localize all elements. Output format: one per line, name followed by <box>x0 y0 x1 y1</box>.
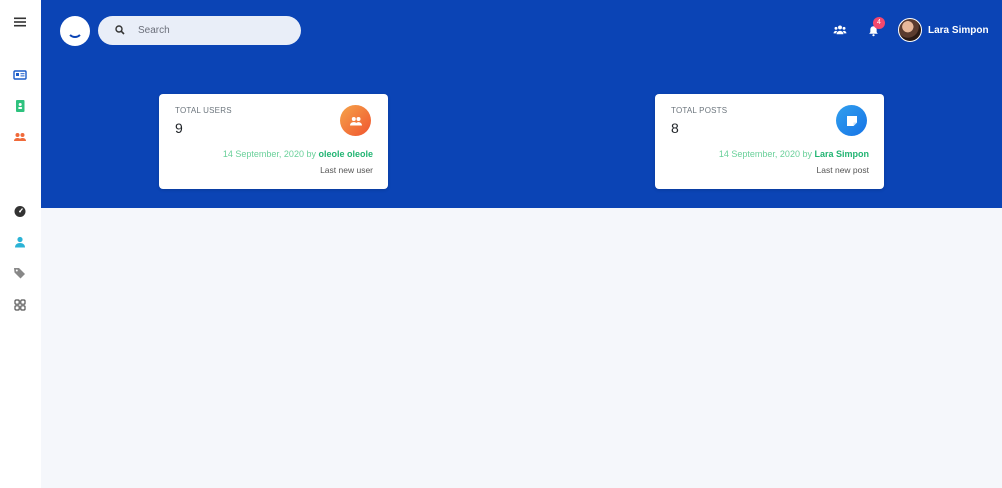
card-subtitle: Last new post <box>816 165 869 175</box>
search-input[interactable] <box>138 25 288 36</box>
card-meta-date: 14 September, 2020 by <box>718 149 812 159</box>
sidebar <box>0 0 41 488</box>
header-banner: 4 Lara Simpon TOTAL USERS 9 14 September… <box>41 0 1002 208</box>
card-value: 9 <box>175 120 183 136</box>
total-users-card: TOTAL USERS 9 14 September, 2020 by oleo… <box>159 94 388 189</box>
card-subtitle: Last new user <box>320 165 373 175</box>
user-icon[interactable] <box>12 234 28 250</box>
note-icon <box>836 105 867 136</box>
search-icon <box>115 22 125 40</box>
main-content <box>41 208 1002 488</box>
card-meta-author-link[interactable]: Lara Simpon <box>814 149 869 159</box>
card-meta-date: 14 September, 2020 by <box>222 149 316 159</box>
menu-icon[interactable] <box>12 14 28 30</box>
card-meta-author-link[interactable]: oleole oleole <box>318 149 373 159</box>
card-value: 8 <box>671 120 679 136</box>
total-posts-card: TOTAL POSTS 8 14 September, 2020 by Lara… <box>655 94 884 189</box>
card-meta: 14 September, 2020 by Lara Simpon <box>719 149 869 159</box>
users-icon <box>340 105 371 136</box>
friends-icon[interactable] <box>832 23 848 37</box>
search-bar[interactable] <box>98 16 301 45</box>
logo[interactable] <box>60 16 90 46</box>
notification-badge: 4 <box>873 17 885 29</box>
logo-arc-icon <box>67 22 83 38</box>
card-label: TOTAL USERS <box>175 106 232 115</box>
dashboard-gauge-icon[interactable] <box>12 203 28 219</box>
users-icon[interactable] <box>12 129 28 145</box>
address-book-icon[interactable] <box>12 98 28 114</box>
card-meta: 14 September, 2020 by oleole oleole <box>223 149 373 159</box>
id-card-icon[interactable] <box>12 67 28 83</box>
avatar[interactable] <box>898 18 922 42</box>
grid-icon[interactable] <box>12 297 28 313</box>
user-name[interactable]: Lara Simpon <box>928 25 989 36</box>
card-label: TOTAL POSTS <box>671 106 728 115</box>
tags-icon[interactable] <box>12 265 28 281</box>
